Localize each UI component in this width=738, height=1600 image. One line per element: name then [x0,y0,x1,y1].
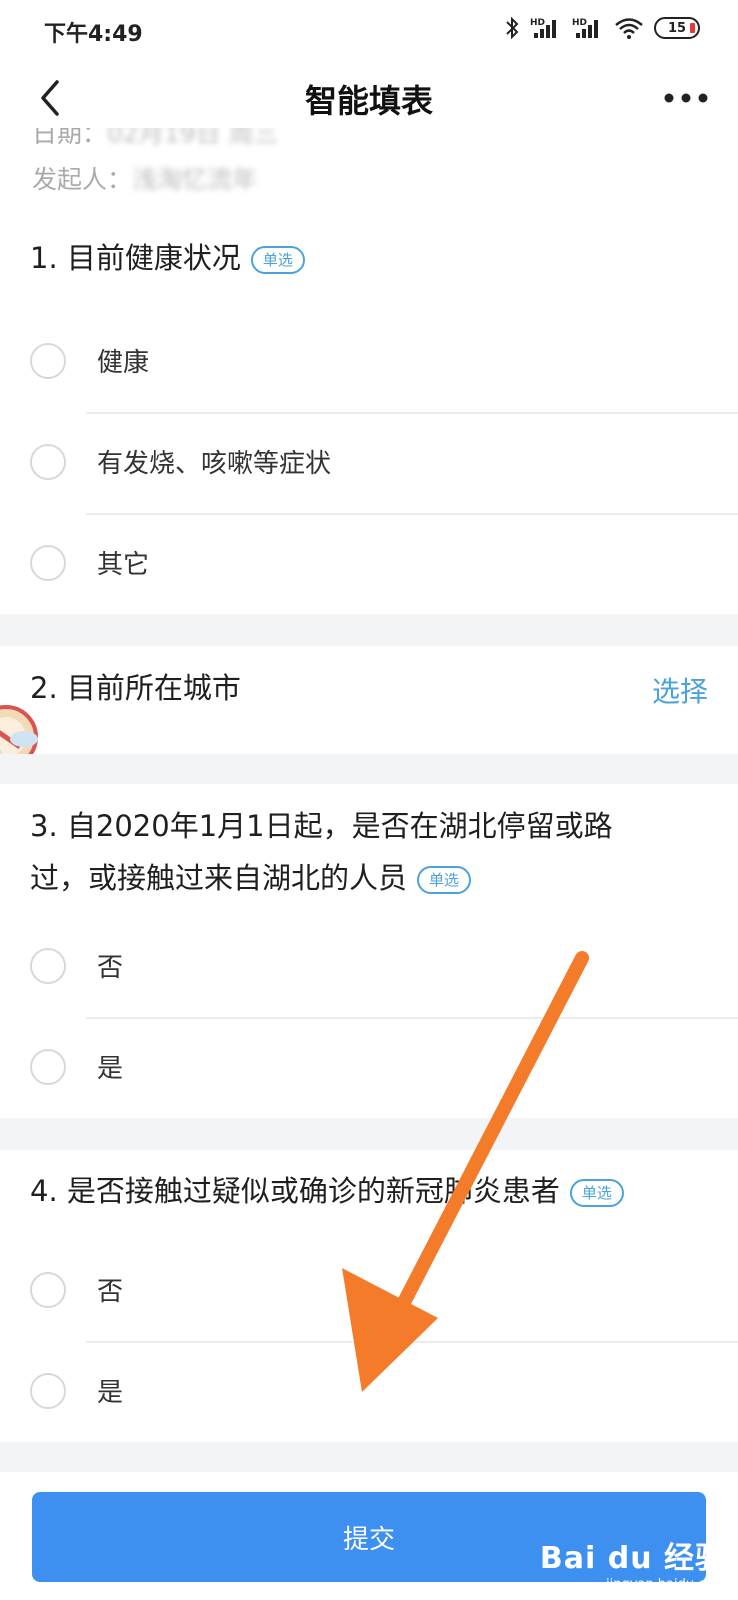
option-label: 其它 [97,550,150,580]
baidu-watermark: Bai du 经验 jingyan.baidu.com [540,1533,726,1592]
question-1-text: 1. 目前健康状况 [30,241,241,275]
option-label: 否 [97,1277,124,1307]
bluetooth-icon [506,16,519,40]
radio-button[interactable] [30,343,66,379]
option-no[interactable]: 否 [0,1242,738,1338]
hd-signal-icon: HD [530,18,556,38]
radio-button[interactable] [30,948,66,984]
initiator-row: 发起人：浅淘忆流年 [32,160,257,196]
radio-button[interactable] [30,444,66,480]
option-healthy[interactable]: 健康 [0,313,738,409]
section-separator [0,1118,738,1150]
single-choice-tag: 单选 [417,866,472,894]
select-city-button[interactable]: 选择 [652,670,708,710]
initiator-value: 浅淘忆流年 [132,165,258,194]
svg-text:HD: HD [530,18,545,28]
section-separator [0,754,738,784]
status-bar: 下午4:49 HD HD 15 [0,0,738,62]
option-label: 是 [97,1054,124,1084]
option-symptoms[interactable]: 有发烧、咳嗽等症状 [0,414,738,510]
section-separator [0,1442,738,1472]
date-row: 日期：02月19日 周三 [32,128,279,150]
option-yes[interactable]: 是 [0,1343,738,1439]
question-3-line-2: 过，或接触过来自湖北的人员 [30,861,408,895]
option-label: 有发烧、咳嗽等症状 [97,449,332,479]
option-label: 是 [97,1378,124,1408]
status-icons: HD HD 15 [504,16,700,40]
single-choice-tag: 单选 [250,246,305,274]
question-3-line-2-row: 过，或接触过来自湖北的人员 单选 [30,852,613,904]
single-choice-tag: 单选 [569,1179,624,1207]
option-no[interactable]: 否 [0,918,738,1014]
battery-icon: 15 [654,17,700,39]
radio-button[interactable] [30,1049,66,1085]
question-3-title: 3. 自2020年1月1日起，是否在湖北停留或路 过，或接触过来自湖北的人员 单选 [30,800,613,904]
more-dots-icon [664,93,708,103]
question-3-line-1: 3. 自2020年1月1日起，是否在湖北停留或路 [30,809,613,843]
question-4-text: 4. 是否接触过疑似或确诊的新冠肺炎患者 [30,1174,560,1208]
radio-button[interactable] [30,545,66,581]
watermark-site: jingyan.baidu.com [606,1577,726,1592]
battery-level: 15 [667,20,687,36]
wifi-icon [615,18,643,39]
submit-label: 提交 [342,1524,395,1555]
date-label: 日期： [32,128,108,148]
page-title: 智能填表 [304,82,433,120]
option-label: 否 [97,953,124,983]
initiator-label: 发起人： [32,165,133,194]
question-2-title: 2. 目前所在城市 [30,662,241,714]
section-separator [0,614,738,646]
question-2-text: 2. 目前所在城市 [30,671,241,705]
nav-bar: 智能填表 [0,62,738,134]
question-4-title: 4. 是否接触过疑似或确诊的新冠肺炎患者 单选 [30,1165,624,1217]
hd-signal-icon: HD [572,18,598,38]
more-button[interactable] [656,76,716,120]
option-other[interactable]: 其它 [0,515,738,611]
question-1-title: 1. 目前健康状况 单选 [30,232,305,284]
option-yes[interactable]: 是 [0,1019,738,1115]
radio-button[interactable] [30,1272,66,1308]
status-time: 下午4:49 [44,22,143,47]
date-value: 02月19日 周三 [107,128,279,148]
radio-button[interactable] [30,1373,66,1409]
watermark-brand: Bai du 经验 [539,1541,726,1576]
svg-text:HD: HD [572,18,587,28]
option-label: 健康 [97,348,150,378]
